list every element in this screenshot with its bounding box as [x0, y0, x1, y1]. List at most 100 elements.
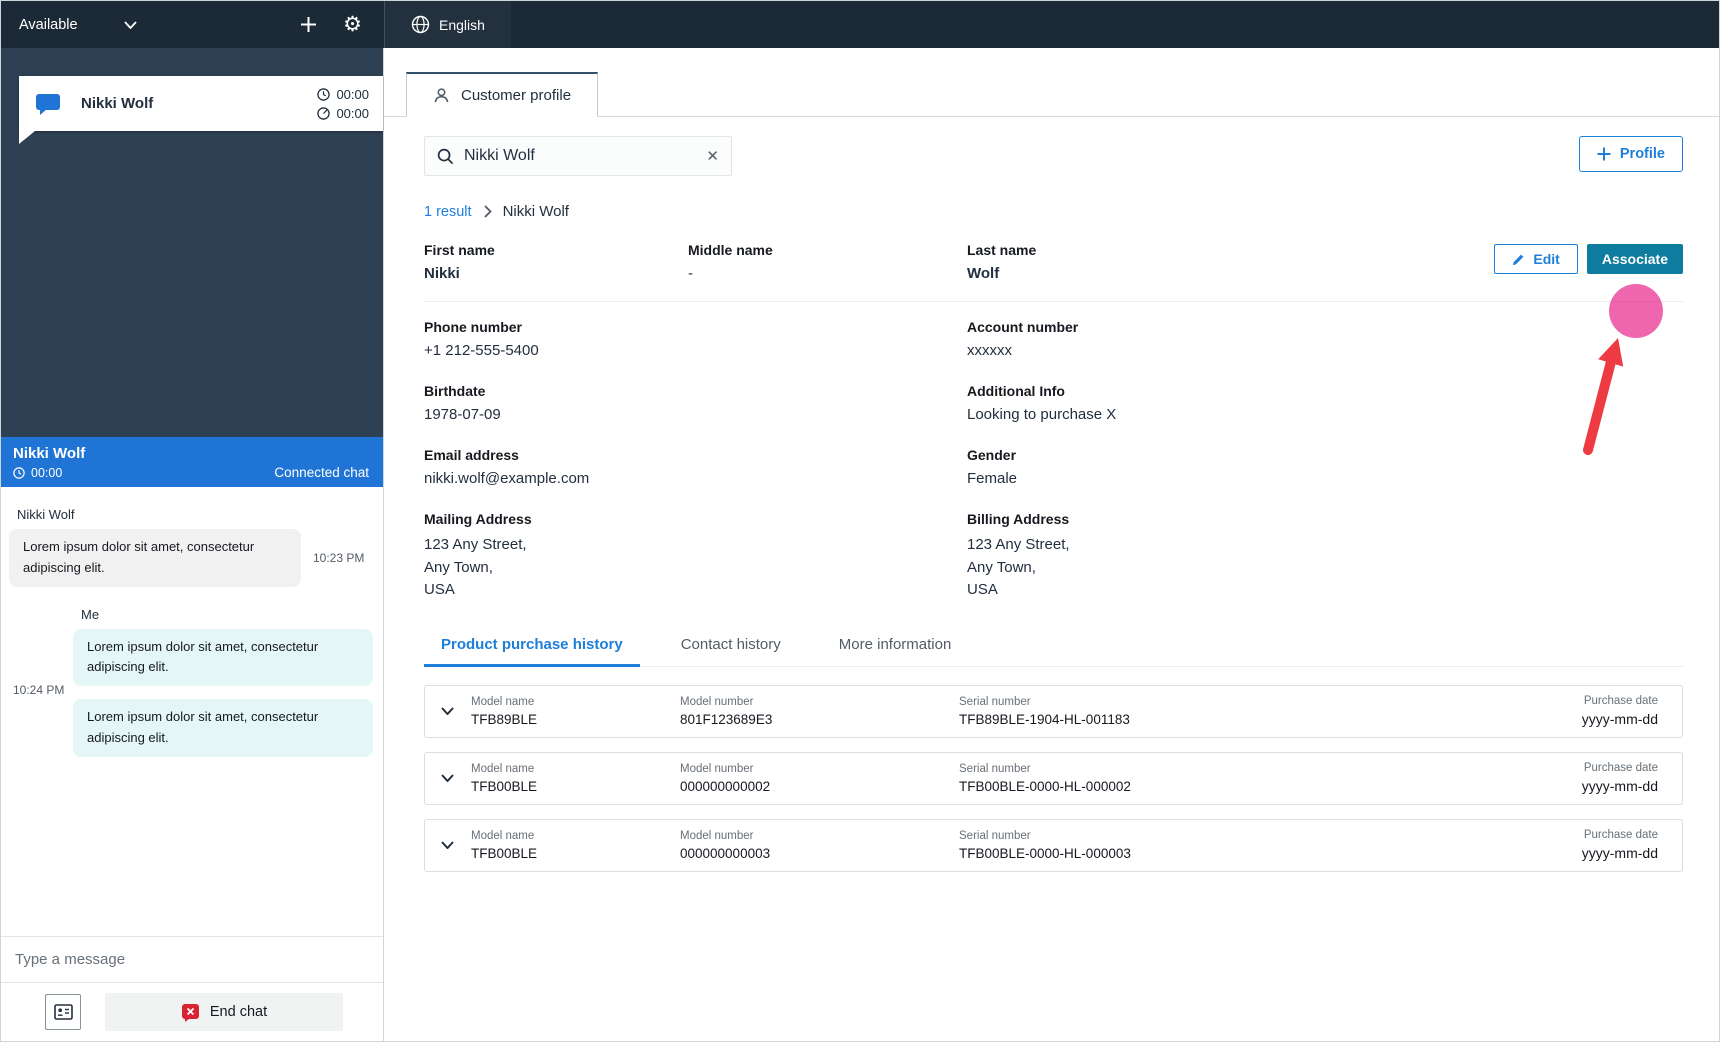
breadcrumb-results-link[interactable]: 1 result — [424, 204, 472, 220]
field-label: Middle name — [688, 242, 773, 258]
field-account-number: Account number xxxxxx — [967, 319, 1116, 359]
model-number-value: 000000000002 — [680, 778, 771, 794]
chevron-down-icon — [123, 20, 137, 29]
end-chat-icon — [181, 1003, 199, 1022]
column-label: Purchase date — [1583, 829, 1658, 841]
tab-customer-profile-label: Customer profile — [461, 86, 572, 104]
profile-search-input[interactable] — [464, 147, 697, 165]
tab-more-information[interactable]: More information — [822, 636, 969, 666]
associate-label: Associate — [1601, 251, 1668, 267]
chat-header-name: Nikki Wolf — [13, 445, 86, 462]
column-label: Purchase date — [1583, 762, 1658, 774]
field-label: Account number — [967, 319, 1079, 335]
field-label: Birthdate — [424, 383, 486, 399]
field-middle-name: Middle name - — [688, 242, 967, 282]
serial-number-value: TFB00BLE-0000-HL-000002 — [959, 778, 1131, 794]
timer-icon — [317, 106, 331, 120]
field-value: Nikki — [424, 265, 460, 282]
purchase-row[interactable]: Model name TFB00BLE Model number 000000000… — [424, 751, 1683, 805]
pencil-icon — [1513, 254, 1524, 265]
chat-message-input[interactable] — [1, 937, 383, 982]
profile-content: ✕ Profile 1 result Nikki Wolf First name — [384, 117, 1719, 872]
settings-button[interactable]: ⚙ — [343, 14, 362, 35]
purchase-date-value: yyyy-mm-dd — [1581, 711, 1658, 727]
column-label: Model number — [680, 829, 754, 842]
chevron-down-icon[interactable] — [441, 707, 471, 715]
field-value: Wolf — [967, 265, 1000, 282]
edit-button[interactable]: Edit — [1494, 244, 1578, 274]
chevron-down-icon[interactable] — [441, 841, 471, 849]
field-additional-info: Additional Info Looking to purchase X — [967, 383, 1116, 423]
model-name-value: TFB00BLE — [471, 845, 538, 861]
chat-connection-status: Connected chat — [274, 465, 369, 480]
topbar-left: Available ⚙ — [1, 1, 384, 48]
purchase-row[interactable]: Model name TFB89BLE Model number 801F12368… — [424, 684, 1683, 738]
breadcrumb: 1 result Nikki Wolf — [424, 203, 1683, 220]
end-chat-button[interactable]: End chat — [105, 993, 343, 1031]
model-number-value: 801F123689E3 — [680, 711, 773, 727]
agent-message-bubble: Lorem ipsum dolor sit amet, consectetur … — [73, 699, 373, 757]
field-value: - — [688, 265, 693, 282]
field-label: Last name — [967, 242, 1037, 258]
person-icon — [434, 87, 449, 102]
field-mailing-address: Mailing Address 123 Any Street, Any Town… — [424, 511, 967, 602]
tab-product-purchase-history[interactable]: Product purchase history — [424, 636, 640, 667]
customer-message-bubble: Lorem ipsum dolor sit amet, consectetur … — [9, 529, 301, 587]
globe-icon — [411, 15, 430, 34]
field-gender: Gender Female — [967, 447, 1116, 487]
column-label: Model name — [471, 762, 535, 775]
field-billing-address: Billing Address 123 Any Street, Any Town… — [967, 511, 1116, 602]
field-last-name: Last name Wolf — [967, 242, 1494, 282]
associate-button[interactable]: Associate — [1586, 244, 1683, 274]
field-value: nikki.wolf@example.com — [424, 470, 590, 487]
model-name-value: TFB00BLE — [471, 778, 538, 794]
end-chat-label: End chat — [209, 1004, 268, 1020]
contact-card-icon — [53, 1004, 73, 1020]
history-tabs: Product purchase history Contact history… — [424, 636, 1683, 667]
search-icon — [437, 148, 454, 164]
tab-customer-profile[interactable]: Customer profile — [406, 72, 599, 117]
create-profile-label: Profile — [1619, 146, 1665, 162]
contact-details-button[interactable] — [45, 994, 81, 1030]
language-selector[interactable]: English — [385, 1, 511, 48]
section-divider — [424, 301, 1683, 302]
column-label: Serial number — [959, 695, 1031, 708]
field-value: +1 212-555-5400 — [424, 342, 539, 359]
agent-status-dropdown[interactable]: Available — [19, 17, 137, 33]
chevron-down-icon[interactable] — [441, 774, 471, 782]
customer-profile-pane: Customer profile ✕ Profile — [384, 48, 1719, 1041]
message-sender-name: Nikki Wolf — [17, 507, 75, 522]
field-label: Mailing Address — [424, 511, 532, 527]
chat-card-timers: 00:00 00:00 — [317, 87, 369, 121]
profile-search-box: ✕ — [424, 136, 732, 176]
new-task-button[interactable] — [300, 16, 317, 33]
chat-panel: Nikki Wolf 00:00 Connected chat Nikki Wo… — [1, 437, 383, 1041]
plus-icon — [301, 17, 317, 32]
edit-label: Edit — [1533, 251, 1560, 267]
chat-contact-card[interactable]: Nikki Wolf 00:00 00:00 — [19, 76, 383, 144]
clear-search-icon[interactable]: ✕ — [706, 149, 719, 164]
model-number-value: 000000000003 — [680, 845, 771, 861]
purchase-row[interactable]: Model name TFB00BLE Model number 000000000… — [424, 818, 1683, 872]
chat-input-row — [1, 936, 383, 982]
chat-transcript: Nikki Wolf Lorem ipsum dolor sit amet, c… — [1, 487, 383, 936]
field-email: Email address nikki.wolf@example.com — [424, 447, 967, 487]
model-name-value: TFB89BLE — [471, 711, 538, 727]
field-label: Billing Address — [967, 511, 1070, 527]
field-value: 123 Any Street, Any Town, USA — [424, 536, 527, 598]
message-timestamp: 10:23 PM — [313, 550, 365, 565]
tab-contact-history[interactable]: Contact history — [664, 636, 798, 666]
clock-icon — [13, 467, 25, 479]
chat-card-timer-total: 00:00 — [336, 86, 369, 102]
plus-icon — [1597, 147, 1611, 161]
gear-icon: ⚙ — [343, 13, 362, 36]
purchase-date-value: yyyy-mm-dd — [1581, 845, 1658, 861]
field-label: Additional Info — [967, 383, 1065, 399]
create-profile-button[interactable]: Profile — [1578, 136, 1683, 172]
field-value: Looking to purchase X — [967, 406, 1117, 423]
column-label: Purchase date — [1583, 695, 1658, 707]
chevron-right-icon — [483, 205, 492, 218]
field-label: Email address — [424, 447, 519, 463]
field-label: Gender — [967, 447, 1017, 463]
message-sender-me: Me — [81, 606, 100, 622]
